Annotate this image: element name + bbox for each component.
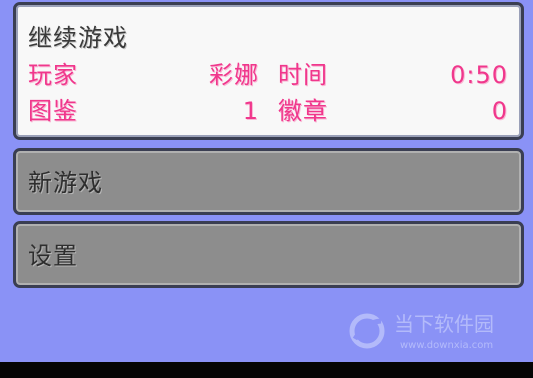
time-label: 时间 <box>278 61 328 89</box>
settings-label: 设置 <box>28 242 78 270</box>
new-game-label: 新游戏 <box>28 169 103 197</box>
pokedex-label: 图鉴 <box>28 97 78 125</box>
pokedex-count: 1 <box>242 97 259 125</box>
settings-button[interactable]: 设置 <box>13 221 524 288</box>
badge-count: 0 <box>491 97 508 125</box>
game-screen: 继续游戏 玩家 彩娜 时间 0:50 图鉴 1 徽章 0 新游戏 设置 当下软件… <box>0 0 533 362</box>
badge-label: 徽章 <box>278 97 328 125</box>
time-value: 0:50 <box>450 61 508 89</box>
watermark: 当下软件园 www.downxia.com <box>348 310 518 356</box>
new-game-button[interactable]: 新游戏 <box>13 148 524 215</box>
continue-game-title: 继续游戏 <box>28 24 128 52</box>
bottom-bar <box>0 362 533 378</box>
watermark-title: 当下软件园 <box>394 312 494 336</box>
watermark-logo-icon <box>349 313 385 349</box>
player-name: 彩娜 <box>209 61 259 89</box>
continue-game-panel[interactable]: 继续游戏 玩家 彩娜 时间 0:50 图鉴 1 徽章 0 <box>13 2 524 140</box>
player-label: 玩家 <box>28 61 78 89</box>
watermark-url: www.downxia.com <box>400 340 494 351</box>
